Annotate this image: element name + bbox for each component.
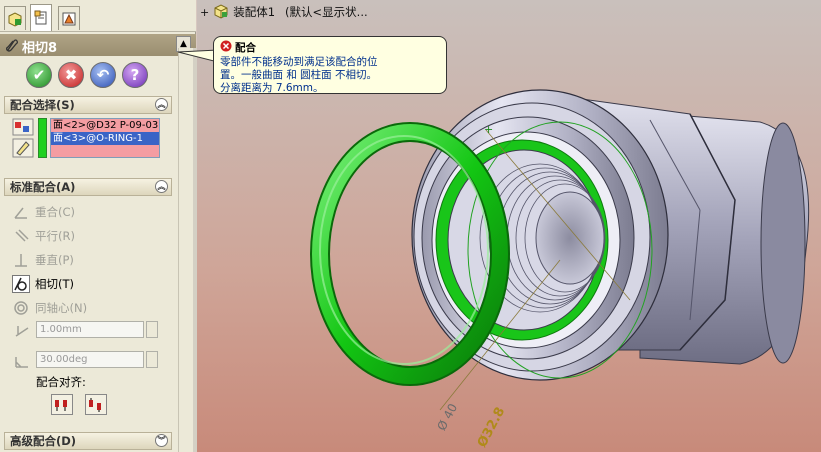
- coincident-icon: [12, 203, 30, 221]
- mate-parallel[interactable]: 平行(R): [12, 226, 75, 246]
- chevron-down-icon[interactable]: ︾: [155, 434, 168, 447]
- selection-filter-icon[interactable]: [12, 118, 34, 139]
- section-title: 配合选择(S): [10, 98, 75, 112]
- mate-selection-list[interactable]: 面<2>@D32 P-09-03( 面<3>@O-RING-1: [50, 118, 160, 158]
- mate-concentric[interactable]: 同轴心(N): [12, 298, 87, 318]
- ok-button[interactable]: ✔: [26, 62, 52, 88]
- mate-alignment-label: 配合对齐:: [36, 375, 86, 389]
- mate-paperclip-icon: [4, 38, 18, 55]
- action-buttons: ✔ ✖ ↶ ?: [0, 56, 196, 96]
- selection-status-bar: [38, 118, 47, 158]
- help-button[interactable]: ?: [122, 62, 148, 88]
- mate-perpendicular[interactable]: 垂直(P): [12, 250, 74, 270]
- parallel-icon: [12, 227, 30, 245]
- tab-feature-manager[interactable]: [4, 6, 26, 30]
- pin-selection-icon[interactable]: [12, 138, 34, 161]
- section-mate-selections[interactable]: 配合选择(S) ︽: [4, 96, 172, 114]
- angle-spinner[interactable]: [146, 351, 158, 368]
- expand-icon[interactable]: +: [200, 6, 209, 19]
- configuration-name: (默认<显示状...: [285, 5, 368, 19]
- section-standard-mates[interactable]: 标准配合(A) ︽: [4, 178, 172, 196]
- svg-text:+: +: [484, 123, 493, 136]
- section-title: 标准配合(A): [10, 180, 76, 194]
- distance-spinner[interactable]: [146, 321, 158, 338]
- mate-coincident[interactable]: 重合(C): [12, 202, 75, 222]
- list-item[interactable]: [51, 145, 159, 157]
- undo-icon: ↶: [96, 66, 110, 84]
- angle-input[interactable]: 30.00deg: [36, 351, 144, 368]
- checkmark-icon: ✔: [32, 66, 46, 84]
- list-item[interactable]: 面<3>@O-RING-1: [51, 132, 159, 145]
- anti-aligned-button[interactable]: [85, 394, 107, 415]
- distance-input[interactable]: 1.00mm: [36, 321, 144, 338]
- aligned-button[interactable]: [51, 394, 73, 415]
- mate-label: 相切(T): [35, 277, 74, 291]
- tooltip-line: 分离距离为 7.6mm。: [220, 82, 324, 94]
- undo-button[interactable]: ↶: [90, 62, 116, 88]
- assembly-name[interactable]: 装配体1: [233, 4, 275, 20]
- list-item[interactable]: 面<2>@D32 P-09-03(: [51, 119, 159, 132]
- feature-tree-crumb[interactable]: + 装配体1 (默认<显示状...: [200, 2, 368, 22]
- error-icon: [220, 40, 232, 56]
- property-manager-title: 相切8: [22, 41, 58, 56]
- section-advanced-mates[interactable]: 高级配合(D) ︾: [4, 432, 172, 450]
- tangent-icon: [12, 275, 30, 293]
- tooltip-pointer: [178, 49, 218, 63]
- distance-icon: [14, 322, 30, 341]
- close-icon: ✖: [64, 66, 78, 84]
- mate-label: 重合(C): [35, 205, 76, 219]
- property-icon: [34, 10, 47, 25]
- aligned-icon: [55, 399, 67, 411]
- section-title: 高级配合(D): [10, 434, 77, 448]
- panel-scrollbar[interactable]: [178, 48, 193, 452]
- configuration-icon: [62, 12, 76, 25]
- mate-tangent[interactable]: 相切(T): [12, 274, 74, 294]
- concentric-icon: [12, 299, 30, 317]
- tooltip-line: 置。一般曲面 和 圆柱面 不相切。: [220, 69, 378, 81]
- feature-tree-icon: [8, 11, 22, 27]
- property-manager: 相切8 ▲ ✔ ✖ ↶ ? 配合选择(S) ︽ 面<2>@D32 P-09-03…: [0, 0, 196, 452]
- mate-label: 同轴心(N): [35, 301, 88, 315]
- mate-error-tooltip: 配合 零部件不能移动到满足该配合的位 置。一般曲面 和 圆柱面 不相切。 分离距…: [213, 36, 447, 94]
- tooltip-line: 零部件不能移动到满足该配合的位: [220, 56, 378, 68]
- chevron-up-icon[interactable]: ︽: [155, 180, 168, 193]
- angle-icon: [14, 353, 30, 372]
- mate-label: 垂直(P): [35, 253, 74, 267]
- manager-tab-strip: [0, 0, 196, 32]
- property-manager-title-bar: 相切8 ▲: [0, 34, 196, 56]
- tab-configuration-manager[interactable]: [58, 6, 80, 30]
- tab-property-manager[interactable]: [30, 4, 52, 31]
- help-icon: ?: [130, 66, 140, 84]
- chevron-up-icon[interactable]: ︽: [155, 98, 168, 111]
- perpendicular-icon: [12, 251, 30, 269]
- tooltip-title: 配合: [235, 41, 256, 54]
- anti-aligned-icon: [89, 397, 101, 412]
- cancel-button[interactable]: ✖: [58, 62, 84, 88]
- mate-label: 平行(R): [35, 229, 75, 243]
- panel-splitter[interactable]: [193, 48, 197, 452]
- assembly-icon: [213, 3, 229, 22]
